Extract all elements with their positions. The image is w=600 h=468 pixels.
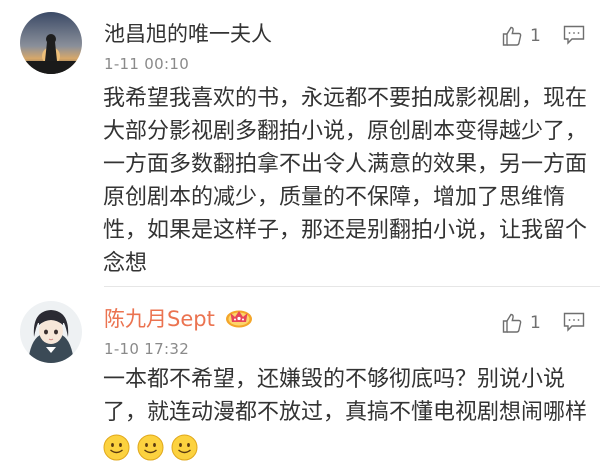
- like-count: 1: [530, 26, 541, 46]
- member-crown-badge-icon: [225, 306, 253, 334]
- reply-comment-icon: [563, 312, 585, 332]
- timestamp: 1-10 17:32: [104, 340, 190, 358]
- smile-emoji-icon: [103, 434, 130, 461]
- avatar[interactable]: [20, 12, 82, 74]
- like-count: 1: [530, 313, 541, 333]
- timestamp: 1-11 00:10: [104, 55, 190, 73]
- thumbs-up-icon: [502, 313, 522, 333]
- comment-line: 我希望我喜欢的书，永远都不要拍成影视剧，现在: [103, 86, 588, 111]
- reply-button[interactable]: [563, 25, 585, 49]
- reply-button[interactable]: [563, 312, 585, 336]
- smile-emoji-icon: [171, 434, 198, 461]
- reply-comment-icon: [563, 25, 585, 45]
- comment-line: 一方面多数翻拍拿不出令人满意的效果，另一方面: [103, 152, 588, 177]
- username[interactable]: 池昌旭的唯一夫人: [104, 21, 272, 47]
- comment-item: 陈九月Sept 1-10 17:32 1 一本都不希望，还嫌毁的不够彻底吗？别说…: [0, 287, 600, 468]
- like-button[interactable]: 1: [500, 311, 541, 335]
- comment-line: 原创剧本的减少，质量的不保障，增加了思维惰: [103, 185, 566, 210]
- comment-line: 大部分影视剧多翻拍小说，原创剧本变得越少了，: [103, 119, 588, 144]
- comment-text: 一本都不希望，还嫌毁的不够彻底吗？别说小说 了，就连动漫都不放过，真搞不懂电视剧…: [103, 363, 588, 429]
- comment-line: 念想: [103, 251, 148, 276]
- comment-item: 池昌旭的唯一夫人 1-11 00:10 1 我希望我喜欢的书，永远都不要拍成影视…: [0, 0, 600, 286]
- avatar[interactable]: [20, 301, 82, 363]
- comment-line: 一本都不希望，还嫌毁的不够彻底吗？别说小说: [103, 367, 566, 392]
- comment-line: 性，如果是这样子，那还是别翻拍小说，让我留个: [103, 218, 588, 243]
- comment-line: 了，就连动漫都不放过，真搞不懂电视剧想闹哪样: [103, 400, 588, 425]
- like-button[interactable]: 1: [500, 24, 541, 48]
- thumbs-up-icon: [502, 26, 522, 46]
- username-text: 陈九月Sept: [104, 307, 215, 331]
- smile-emoji-icon: [137, 434, 164, 461]
- username[interactable]: 陈九月Sept: [104, 306, 253, 334]
- emoji-row: [103, 434, 205, 461]
- comment-text: 我希望我喜欢的书，永远都不要拍成影视剧，现在 大部分影视剧多翻拍小说，原创剧本变…: [103, 82, 588, 280]
